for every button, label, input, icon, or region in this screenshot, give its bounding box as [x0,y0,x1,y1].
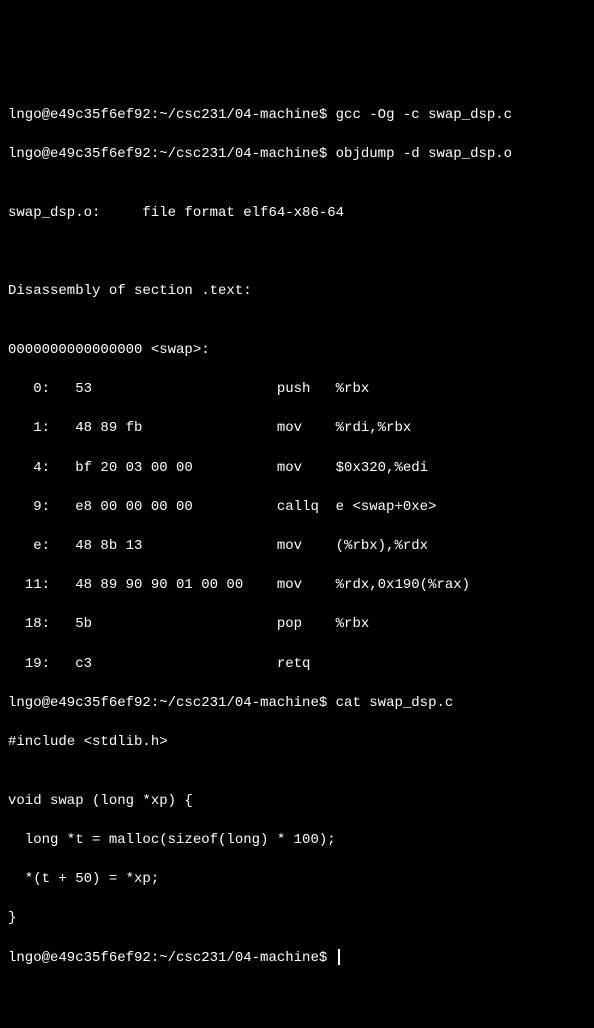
instruction-row: 4: bf 20 03 00 00 mov $0x320,%edi [8,459,586,479]
terminal-output[interactable]: lngo@e49c35f6ef92:~/csc231/04-machine$ g… [8,86,586,987]
source-line: long *t = malloc(sizeof(long) * 100); [8,831,586,851]
command-text: cat swap_dsp.c [336,695,454,711]
prompt-line-1: lngo@e49c35f6ef92:~/csc231/04-machine$ g… [8,106,586,126]
instruction-row: e: 48 8b 13 mov (%rbx),%rdx [8,537,586,557]
command-text: gcc -Og -c swap_dsp.c [336,107,512,123]
prompt-line-4: lngo@e49c35f6ef92:~/csc231/04-machine$ [8,949,586,969]
instruction-row: 18: 5b pop %rbx [8,615,586,635]
file-format-line: swap_dsp.o: file format elf64-x86-64 [8,204,586,224]
prompt-line-3: lngo@e49c35f6ef92:~/csc231/04-machine$ c… [8,694,586,714]
instruction-row: 1: 48 89 fb mov %rdi,%rbx [8,419,586,439]
prompt-text: lngo@e49c35f6ef92:~/csc231/04-machine$ [8,695,336,711]
instruction-row: 9: e8 00 00 00 00 callq e <swap+0xe> [8,498,586,518]
source-line: void swap (long *xp) { [8,792,586,812]
source-line: } [8,909,586,929]
source-line: *(t + 50) = *xp; [8,870,586,890]
prompt-line-2: lngo@e49c35f6ef92:~/csc231/04-machine$ o… [8,145,586,165]
instruction-row: 11: 48 89 90 90 01 00 00 mov %rdx,0x190(… [8,576,586,596]
source-line: #include <stdlib.h> [8,733,586,753]
instruction-row: 19: c3 retq [8,655,586,675]
prompt-text: lngo@e49c35f6ef92:~/csc231/04-machine$ [8,107,336,123]
prompt-text: lngo@e49c35f6ef92:~/csc231/04-machine$ [8,950,336,966]
instruction-row: 0: 53 push %rbx [8,380,586,400]
prompt-text: lngo@e49c35f6ef92:~/csc231/04-machine$ [8,146,336,162]
disassembly-header: Disassembly of section .text: [8,282,586,302]
terminal-cursor[interactable] [338,949,340,965]
swap-label: 0000000000000000 <swap>: [8,341,586,361]
command-text: objdump -d swap_dsp.o [336,146,512,162]
